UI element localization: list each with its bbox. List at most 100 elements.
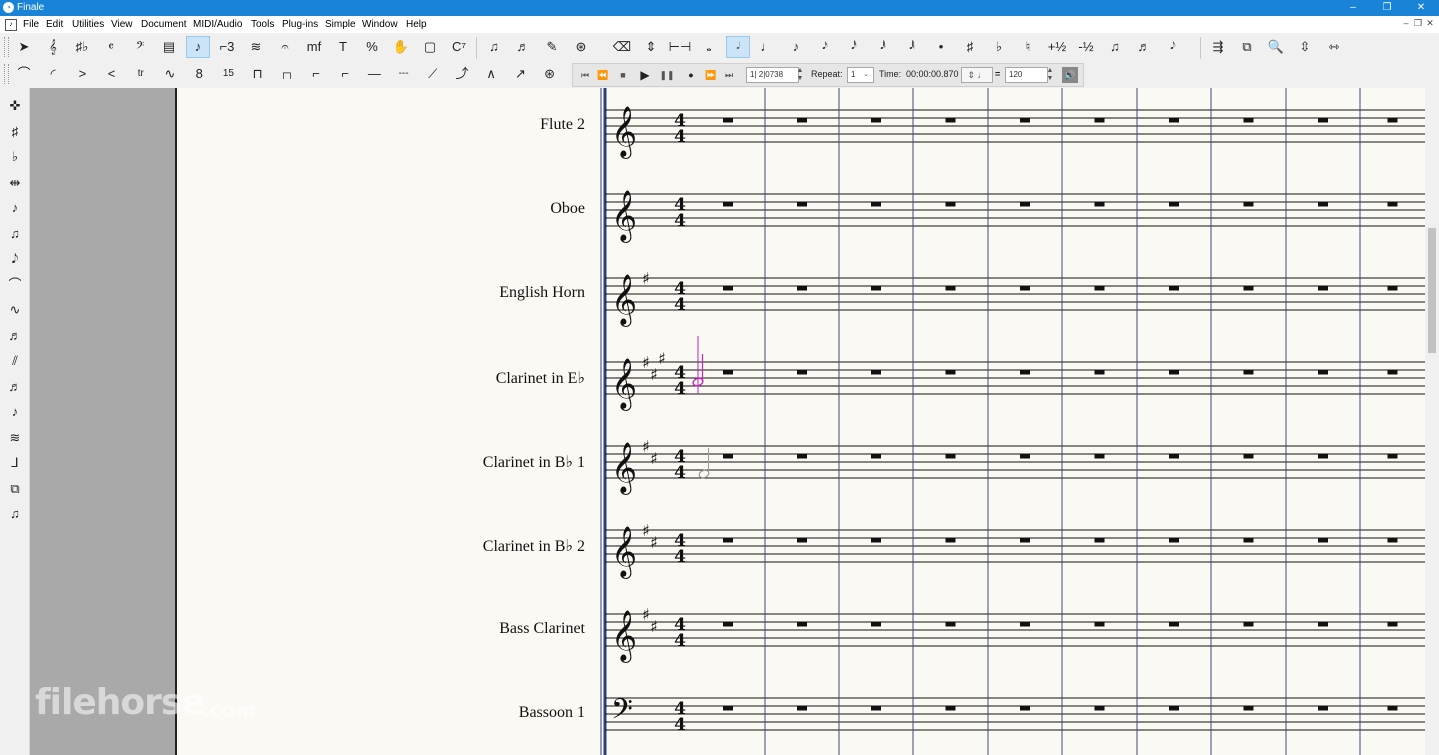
- chord-tool-icon[interactable]: C⁷: [447, 36, 471, 58]
- tempo-field[interactable]: 120: [1005, 67, 1048, 83]
- speaker-icon[interactable]: 🔊: [1062, 67, 1078, 83]
- score-staves[interactable]: 𝄞 44𝄞 44𝄞 ♯44𝄞 ♯♯♯44𝄞 ♯♯ 44𝄞 ♯♯ 44𝄞 ♯♯ 44𝄢 44: [177, 88, 1425, 755]
- menu-window[interactable]: Window: [362, 19, 398, 30]
- staff-tool-icon[interactable]: 𝄞: [41, 36, 65, 58]
- document-icon[interactable]: ♪: [5, 19, 17, 31]
- expression-tool-icon[interactable]: mf: [302, 36, 326, 58]
- beam-icon[interactable]: ♬: [1132, 36, 1156, 58]
- text-tool-icon[interactable]: T: [331, 36, 355, 58]
- menu-utilities[interactable]: Utilities: [72, 19, 104, 30]
- time-signature-tool-icon[interactable]: 𝄴: [99, 36, 123, 58]
- mdi-restore-button[interactable]: ❐: [1412, 18, 1424, 29]
- counter-spinner-icon[interactable]: ▲ ▼: [795, 67, 805, 83]
- trill-extension-icon[interactable]: ∿: [158, 63, 182, 85]
- scrollbar-thumb[interactable]: [1428, 228, 1436, 353]
- resize-tool-icon[interactable]: %: [360, 36, 384, 58]
- grace-note-icon[interactable]: 𝅘𝅥𝅮: [1161, 36, 1185, 58]
- half-step-down-icon[interactable]: -½: [1074, 36, 1098, 58]
- line-icon[interactable]: —: [362, 63, 386, 85]
- toolbar-grip[interactable]: [4, 64, 9, 84]
- rewind-to-start-icon[interactable]: ⏮: [575, 67, 595, 83]
- bend-icon[interactable]: ⤴: [450, 63, 474, 85]
- stop-icon[interactable]: ■: [613, 67, 633, 83]
- sharp-icon[interactable]: ♯: [958, 36, 982, 58]
- sixty-fourth-note-icon[interactable]: 𝅘𝅥𝅱: [871, 36, 895, 58]
- fast-forward-icon[interactable]: ⏩: [701, 67, 721, 83]
- half-note-icon[interactable]: 𝅗𝅥: [726, 36, 750, 58]
- crescendo-icon[interactable]: <: [100, 63, 124, 85]
- simple-sharp-icon[interactable]: ♯: [3, 122, 27, 142]
- fit-page-icon[interactable]: ⇳: [1293, 36, 1317, 58]
- staff-name[interactable]: Clarinet in B♭ 2: [483, 536, 585, 556]
- chevron-down-icon[interactable]: ⌄: [861, 67, 871, 83]
- staff-name[interactable]: Oboe: [550, 200, 585, 218]
- single-bracket-icon[interactable]: ⌐: [304, 63, 328, 85]
- simple-slur-icon[interactable]: ∿: [3, 300, 27, 320]
- menu-tools[interactable]: Tools: [251, 19, 274, 30]
- simple-layer-icon[interactable]: ⅃: [3, 453, 27, 473]
- hand-grabber-tool-icon[interactable]: ✋: [389, 36, 413, 58]
- slur-icon[interactable]: ⌒: [12, 63, 36, 85]
- tie-icon[interactable]: ♫: [1103, 36, 1127, 58]
- simple-entry-tool-icon[interactable]: ♪: [186, 36, 210, 58]
- eraser-icon[interactable]: ⌫: [610, 36, 634, 58]
- rest-icon[interactable]: ⊢⊣: [668, 36, 692, 58]
- dashed-bracket-icon[interactable]: ┌┐: [275, 63, 299, 85]
- staff-name[interactable]: Flute 2: [540, 116, 585, 134]
- bracket-icon[interactable]: ⊓: [246, 63, 270, 85]
- simple-split-icon[interactable]: ⇹: [3, 173, 27, 193]
- eighth-note-icon[interactable]: ♪: [784, 36, 808, 58]
- ottava-icon[interactable]: 8: [187, 63, 211, 85]
- tempo-note-select[interactable]: ⇕ ♩: [961, 67, 993, 83]
- hundred-twenty-eighth-note-icon[interactable]: 𝅘𝅥𝅲: [900, 36, 924, 58]
- menu-file[interactable]: File: [23, 19, 39, 30]
- dashed-slur-icon[interactable]: ◜: [41, 63, 65, 85]
- zoom-icon[interactable]: 🔍: [1264, 36, 1288, 58]
- flip-icon[interactable]: ⇕: [639, 36, 663, 58]
- menu-edit[interactable]: Edit: [46, 19, 63, 30]
- simple-stem-icon[interactable]: ♪: [3, 198, 27, 218]
- glissando-icon[interactable]: ⟋: [421, 63, 445, 85]
- simple-eraser-icon[interactable]: ✜: [3, 96, 27, 116]
- menu-document[interactable]: Document: [141, 19, 187, 30]
- trill-icon[interactable]: tr: [129, 63, 153, 85]
- mdi-close-button[interactable]: ✕: [1424, 18, 1436, 29]
- play-icon[interactable]: ▶: [635, 67, 655, 83]
- staff-name[interactable]: Bass Clarinet: [499, 620, 585, 638]
- simple-tie-icon[interactable]: ⌒: [3, 275, 27, 295]
- smart-shape-tool-icon[interactable]: ≋: [244, 36, 268, 58]
- flat-icon[interactable]: ♭: [987, 36, 1011, 58]
- key-signature-tool-icon[interactable]: ♯♭: [70, 36, 94, 58]
- voice-icon[interactable]: ⇶: [1206, 36, 1230, 58]
- simple-voice-icon[interactable]: ≋: [3, 428, 27, 448]
- minimize-button[interactable]: –: [1336, 0, 1370, 16]
- quarter-note-icon[interactable]: ♩: [755, 36, 779, 58]
- menu-help[interactable]: Help: [406, 19, 427, 30]
- dashed-line-icon[interactable]: ---: [392, 63, 416, 85]
- simple-lyric-icon[interactable]: ♪: [3, 402, 27, 422]
- mdi-minimize-button[interactable]: –: [1400, 18, 1412, 28]
- staff-name[interactable]: English Horn: [499, 284, 585, 302]
- dot-icon[interactable]: •: [929, 36, 953, 58]
- selection-tool-icon[interactable]: ➤: [12, 36, 36, 58]
- score-page[interactable]: 𝄞 4 4 𝄞 4 4 𝄞 ♯ 4 4 𝄞 ♯ ♯ ♯ 4 4 𝄞 ♯ ♯ 4 4 𝄞 ♯ ♯ 4 4 𝄞 ♯ ♯ 4 4 𝄢 4 4 Flute…: [177, 88, 1425, 755]
- toolbar-grip[interactable]: [4, 37, 9, 57]
- quindicesima-icon[interactable]: 15: [216, 63, 240, 85]
- staff-name[interactable]: Clarinet in B♭ 1: [483, 452, 585, 472]
- mirror-tool-icon[interactable]: ⊛: [569, 36, 593, 58]
- layer-icon[interactable]: ⧉: [1235, 36, 1259, 58]
- decrescendo-icon[interactable]: >: [70, 63, 94, 85]
- tab-slide-icon[interactable]: ↗: [508, 63, 532, 85]
- thirty-second-note-icon[interactable]: 𝅘𝅥𝅰: [842, 36, 866, 58]
- articulation-tool-icon[interactable]: 𝄐: [273, 36, 297, 58]
- bend-hat-icon[interactable]: ∧: [479, 63, 503, 85]
- speedy-entry-tool-icon[interactable]: ♬: [511, 36, 535, 58]
- menu-simple[interactable]: Simple: [325, 19, 356, 30]
- vertical-scrollbar[interactable]: [1425, 88, 1439, 755]
- simple-grace-icon[interactable]: 𝅘𝅥𝅮: [3, 249, 27, 269]
- simple-articulation-icon[interactable]: ⫽: [3, 351, 27, 371]
- whole-note-icon[interactable]: 𝅝: [697, 36, 721, 58]
- half-step-up-icon[interactable]: +½: [1045, 36, 1069, 58]
- clef-tool-icon[interactable]: 𝄢: [128, 36, 152, 58]
- pause-icon[interactable]: ❚❚: [657, 67, 677, 83]
